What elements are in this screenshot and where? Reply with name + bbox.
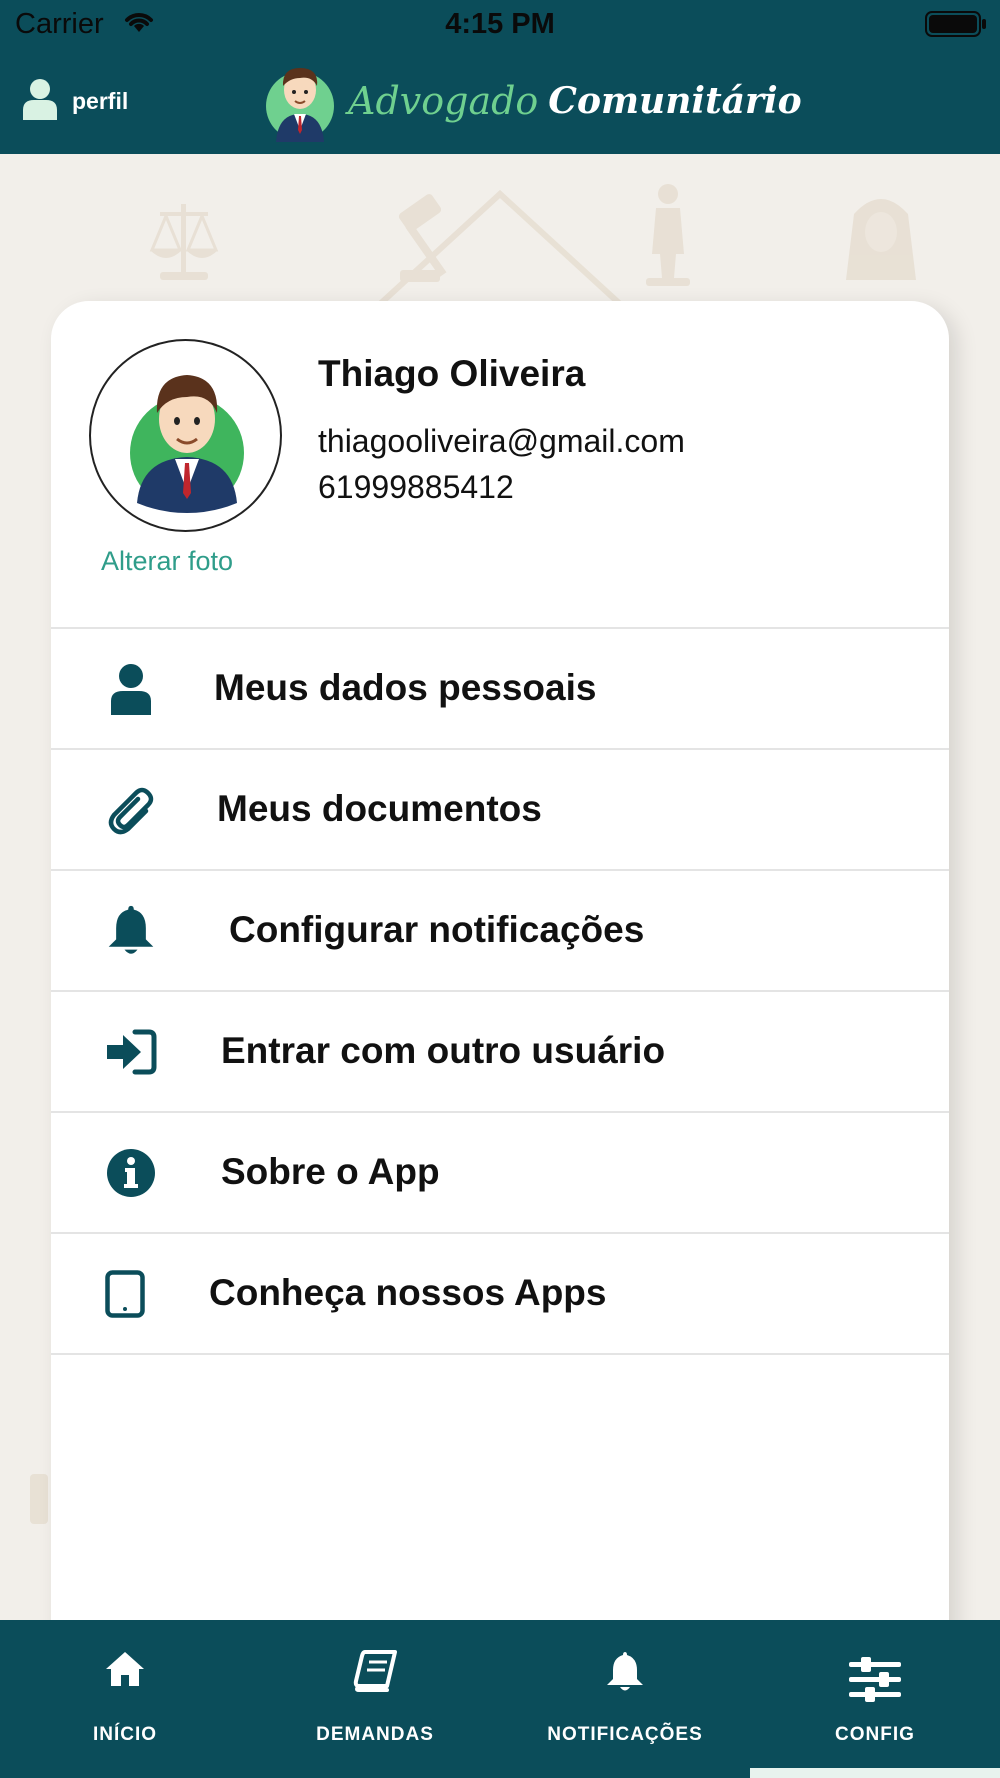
bell-icon xyxy=(604,1650,646,1699)
menu-item-label: Meus documentos xyxy=(217,788,542,829)
tab-config[interactable]: CONFIG xyxy=(750,1620,1000,1778)
clock-label: 4:15 PM xyxy=(445,8,555,40)
menu-item-documents[interactable]: Meus documentos xyxy=(51,750,949,871)
book-icon xyxy=(353,1650,397,1697)
logo-word-comunitario: Comunitário xyxy=(548,80,802,122)
home-icon xyxy=(104,1650,146,1693)
scales-icon xyxy=(149,204,219,280)
battery-icon xyxy=(925,11,987,42)
paperclip-icon xyxy=(105,784,157,836)
avatar-illustration xyxy=(130,375,244,513)
settings-menu: Meus dados pessoais Meus documentos Conf… xyxy=(51,627,949,1355)
status-bar: Carrier 4:15 PM xyxy=(0,0,1000,50)
menu-item-personal-data[interactable]: Meus dados pessoais xyxy=(51,629,949,750)
tab-inicio[interactable]: INÍCIO xyxy=(0,1620,250,1778)
profile-button[interactable]: perfil xyxy=(22,78,128,124)
user-phone: 61999885412 xyxy=(318,469,514,505)
profile-card: Alterar foto Thiago Oliveira thiagoolive… xyxy=(51,301,949,1641)
menu-item-label: Entrar com outro usuário xyxy=(221,1030,666,1071)
info-icon xyxy=(105,1147,157,1199)
profile-label: perfil xyxy=(72,87,129,114)
tab-notificacoes[interactable]: NOTIFICAÇÕES xyxy=(500,1620,750,1778)
tab-label: CONFIG xyxy=(835,1724,915,1745)
tab-label: NOTIFICAÇÕES xyxy=(547,1724,703,1745)
sliders-icon xyxy=(849,1656,901,1707)
menu-item-label: Sobre o App xyxy=(221,1151,440,1192)
menu-item-notifications[interactable]: Configurar notificações xyxy=(51,871,949,992)
menu-item-our-apps[interactable]: Conheça nossos Apps xyxy=(51,1234,949,1355)
user-email: thiagooliveira@gmail.com xyxy=(318,423,685,459)
tab-label: DEMANDAS xyxy=(316,1724,434,1745)
tab-demandas[interactable]: DEMANDAS xyxy=(250,1620,500,1778)
app-logo: Advogado Comunitário xyxy=(262,56,802,146)
menu-item-switch-user[interactable]: Entrar com outro usuário xyxy=(51,992,949,1113)
menu-item-label: Configurar notificações xyxy=(229,909,645,950)
sign-in-icon xyxy=(105,1026,157,1078)
user-icon xyxy=(22,78,58,125)
active-tab-indicator xyxy=(750,1768,1000,1778)
book-deco xyxy=(30,1474,48,1524)
user-name: Thiago Oliveira xyxy=(318,353,586,394)
user-icon xyxy=(105,663,157,715)
bottom-tab-bar: INÍCIO DEMANDAS NOTIFICAÇÕES CONFIG xyxy=(0,1620,1000,1778)
logo-word-advogado: Advogado xyxy=(348,79,539,123)
tablet-icon xyxy=(99,1268,151,1320)
judge-icon xyxy=(846,199,916,280)
tab-label: INÍCIO xyxy=(92,1724,158,1745)
menu-item-about[interactable]: Sobre o App xyxy=(51,1113,949,1234)
menu-item-label: Meus dados pessoais xyxy=(214,667,597,708)
bell-icon xyxy=(105,905,157,957)
justice-statue-icon xyxy=(646,184,690,286)
change-photo-link[interactable]: Alterar foto xyxy=(101,546,233,577)
menu-item-label: Conheça nossos Apps xyxy=(209,1272,607,1313)
avatar[interactable] xyxy=(89,339,282,532)
app-header: Carrier 4:15 PM perfil Advogado Comunitá… xyxy=(0,0,1000,154)
lawyer-mascot-icon xyxy=(262,56,338,147)
